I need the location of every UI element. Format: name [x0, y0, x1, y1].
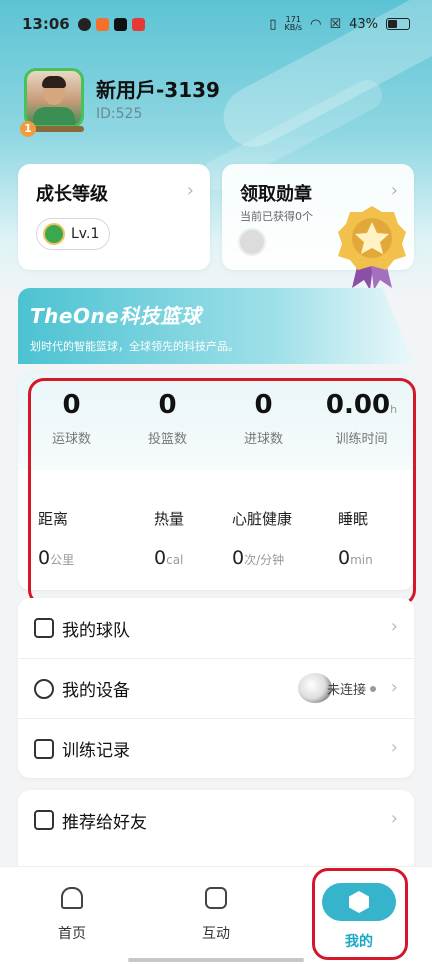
- level-text: Lv.1: [71, 226, 100, 242]
- share-friend-icon: [34, 810, 54, 830]
- tv-face-icon: [205, 887, 227, 909]
- app-notification-icon: [77, 17, 91, 31]
- chevron-right-icon: ›: [390, 737, 398, 758]
- stat-label: 训练时间: [335, 432, 388, 447]
- card-title: 领取勋章: [240, 184, 312, 205]
- sim-icon: ☒: [329, 16, 342, 32]
- menu-label: 推荐给好友: [62, 812, 147, 833]
- health-label: 热量: [154, 510, 185, 528]
- tab-label: 互动: [202, 926, 230, 942]
- health-unit: cal: [166, 553, 184, 567]
- app-notification-icon: [95, 17, 109, 31]
- menu-item-my-team[interactable]: 我的球队 ›: [18, 598, 414, 658]
- notification-icons: [77, 17, 145, 31]
- device-status: 未连接: [327, 679, 376, 698]
- health-calories: 热量 0cal: [114, 508, 213, 569]
- hexagon-face-icon: [349, 891, 369, 913]
- health-value: 0: [232, 547, 245, 569]
- tab-home[interactable]: 首页: [32, 887, 112, 943]
- wifi-icon: ◠: [310, 16, 322, 32]
- banner-title: TheOne科技篮球: [30, 304, 202, 328]
- growth-level-card[interactable]: 成长等级 › Lv.1: [18, 164, 210, 270]
- menu-label: 我的球队: [62, 620, 130, 641]
- health-unit: 次/分钟: [244, 553, 285, 567]
- health-label: 距离: [38, 510, 69, 528]
- health-sleep: 睡眠 0min: [308, 508, 407, 569]
- stat-value: 0.00: [325, 390, 391, 420]
- battery-percent: 43%: [349, 16, 378, 32]
- stat-shots: 0 投篮数: [118, 390, 217, 447]
- medal-count-text: 当前已获得0个: [240, 210, 313, 223]
- stat-label: 进球数: [243, 432, 283, 447]
- me-tab-pill: [322, 883, 396, 921]
- health-unit: min: [350, 553, 373, 567]
- status-bar: 13:06 ▯ 171 KB/s ◠ ☒ 43%: [0, 0, 432, 48]
- tiktok-icon: [113, 17, 127, 31]
- stat-label: 运球数: [51, 432, 91, 447]
- stat-unit: h: [390, 403, 398, 416]
- menu-label: 训练记录: [62, 741, 130, 761]
- bottom-tab-bar: 首页 互动 我的: [0, 866, 432, 964]
- stat-value: 0: [158, 390, 177, 420]
- tab-interact[interactable]: 互动: [176, 887, 256, 943]
- health-label: 睡眠: [338, 510, 369, 528]
- health-value: 0: [338, 547, 351, 569]
- menu-item-training-records[interactable]: 训练记录 ›: [18, 718, 414, 778]
- basketball-icon: [34, 678, 54, 699]
- stat-value: 0: [254, 390, 273, 420]
- stat-value: 0: [62, 390, 81, 420]
- training-stats-card[interactable]: 0 运球数 0 投篮数 0 进球数 0.00h 训练时间 距离 0公里 热量 0…: [18, 372, 414, 590]
- claim-medal-card[interactable]: 领取勋章 › 当前已获得0个: [222, 164, 414, 290]
- app-notification-icon: [131, 17, 145, 31]
- card-title: 成长等级: [36, 184, 108, 205]
- star-medal-icon: [338, 206, 406, 290]
- banner-subtitle: 划时代的智能篮球，全球领先的科技产品。: [30, 340, 239, 353]
- stat-training-time: 0.00h 训练时间: [312, 390, 411, 447]
- tab-label: 首页: [58, 926, 86, 942]
- promo-banner[interactable]: TheOne科技篮球 划时代的智能篮球，全球领先的科技产品。: [18, 288, 414, 364]
- avatar[interactable]: [24, 68, 84, 128]
- network-speed: 171 KB/s: [284, 16, 302, 32]
- avatar-level-badge: 1: [20, 121, 36, 137]
- medal-placeholder-icon: [238, 228, 266, 256]
- stat-dribbles: 0 运球数: [22, 390, 121, 447]
- menu-item-recommend[interactable]: 推荐给好友 ›: [18, 790, 414, 850]
- chevron-right-icon: ›: [390, 808, 398, 829]
- stat-goals: 0 进球数: [214, 390, 313, 447]
- health-value: 0: [38, 547, 51, 569]
- team-list-icon: [34, 618, 54, 638]
- menu-list: 我的球队 › 我的设备 未连接 › 训练记录 ›: [18, 598, 414, 778]
- chevron-right-icon: ›: [390, 616, 398, 637]
- status-dot: [370, 685, 376, 692]
- chevron-right-icon: ›: [186, 180, 194, 201]
- status-time: 13:06: [22, 15, 70, 33]
- health-label: 心脏健康: [232, 510, 293, 528]
- home-indicator: [128, 958, 304, 962]
- username: 新用戶-3139: [96, 78, 220, 102]
- menu-item-my-device[interactable]: 我的设备 未连接 ›: [18, 658, 414, 718]
- health-unit: 公里: [50, 553, 75, 567]
- tab-label: 我的: [345, 934, 373, 950]
- menu-label: 我的设备: [62, 681, 130, 701]
- health-heart: 心脏健康 0次/分钟: [210, 508, 309, 569]
- records-search-icon: [34, 738, 54, 759]
- user-id: ID:525: [96, 106, 143, 122]
- device-status-text: 未连接: [326, 683, 366, 698]
- battery-icon: [386, 18, 410, 30]
- level-badge: Lv.1: [36, 218, 111, 250]
- stat-label: 投篮数: [147, 432, 187, 447]
- speed-unit: KB/s: [284, 23, 303, 32]
- health-value: 0: [154, 547, 167, 569]
- vibrate-icon: ▯: [269, 16, 277, 32]
- avatar-level-bar: [34, 126, 84, 132]
- home-icon: [61, 887, 83, 909]
- health-distance: 距离 0公里: [18, 508, 117, 569]
- tab-me[interactable]: 我的: [322, 883, 396, 951]
- chevron-right-icon: ›: [390, 180, 398, 201]
- level-icon: [43, 223, 65, 245]
- chevron-right-icon: ›: [390, 677, 398, 698]
